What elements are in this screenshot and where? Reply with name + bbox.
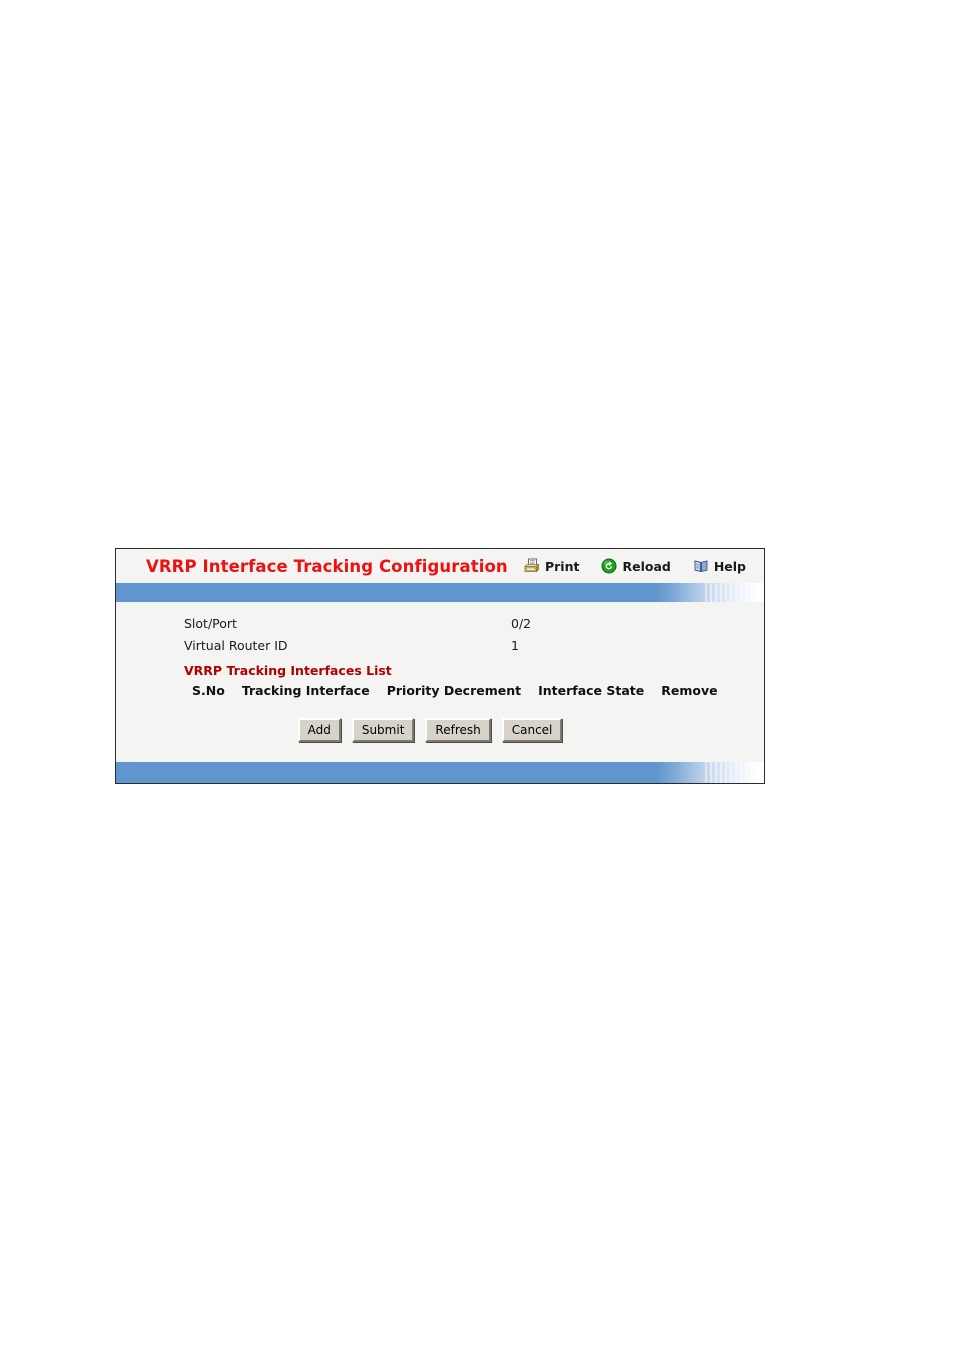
help-button[interactable]: Help bbox=[693, 558, 746, 574]
slot-port-value: 0/2 bbox=[511, 616, 532, 631]
slot-port-label: Slot/Port bbox=[184, 616, 237, 631]
help-book-icon bbox=[693, 558, 709, 574]
column-header-tracking-interface: Tracking Interface bbox=[241, 683, 370, 698]
column-header-priority-decrement: Priority Decrement bbox=[386, 683, 522, 698]
bottom-divider-bar bbox=[116, 762, 764, 783]
cancel-button[interactable]: Cancel bbox=[501, 718, 563, 742]
column-header-sno: S.No bbox=[192, 683, 225, 698]
tracking-interfaces-list-heading: VRRP Tracking Interfaces List bbox=[184, 663, 392, 678]
print-button[interactable]: Print bbox=[523, 558, 580, 574]
submit-button[interactable]: Submit bbox=[351, 718, 415, 742]
divider-stripe-pattern bbox=[702, 583, 754, 602]
tracking-interfaces-table-header: S.No Tracking Interface Priority Decreme… bbox=[116, 683, 764, 698]
printer-icon bbox=[523, 558, 540, 574]
form-button-row: Add Submit Refresh Cancel bbox=[116, 718, 764, 742]
virtual-router-id-value: 1 bbox=[511, 638, 519, 653]
add-button[interactable]: Add bbox=[297, 718, 341, 742]
help-label: Help bbox=[713, 558, 746, 574]
column-header-remove: Remove bbox=[661, 683, 718, 698]
panel-action-bar: Print Reload Help bbox=[523, 558, 754, 574]
refresh-button[interactable]: Refresh bbox=[425, 718, 491, 742]
panel-content: Slot/Port 0/2 Virtual Router ID 1 VRRP T… bbox=[116, 602, 764, 762]
panel-title-bar: VRRP Interface Tracking Configuration Pr… bbox=[116, 549, 764, 583]
column-header-interface-state: Interface State bbox=[538, 683, 645, 698]
field-row-slot-port: Slot/Port 0/2 bbox=[116, 616, 764, 638]
page-title: VRRP Interface Tracking Configuration bbox=[146, 556, 508, 576]
vrrp-interface-tracking-panel: VRRP Interface Tracking Configuration Pr… bbox=[115, 548, 765, 784]
reload-icon bbox=[601, 558, 617, 574]
virtual-router-id-label: Virtual Router ID bbox=[184, 638, 288, 653]
reload-button[interactable]: Reload bbox=[601, 558, 671, 574]
print-label: Print bbox=[544, 558, 580, 574]
top-divider-bar bbox=[116, 583, 764, 602]
divider-stripe-pattern-bottom bbox=[702, 762, 754, 783]
reload-label: Reload bbox=[622, 558, 671, 574]
field-row-virtual-router-id: Virtual Router ID 1 bbox=[116, 638, 764, 660]
tracking-interfaces-table-body bbox=[116, 698, 764, 700]
